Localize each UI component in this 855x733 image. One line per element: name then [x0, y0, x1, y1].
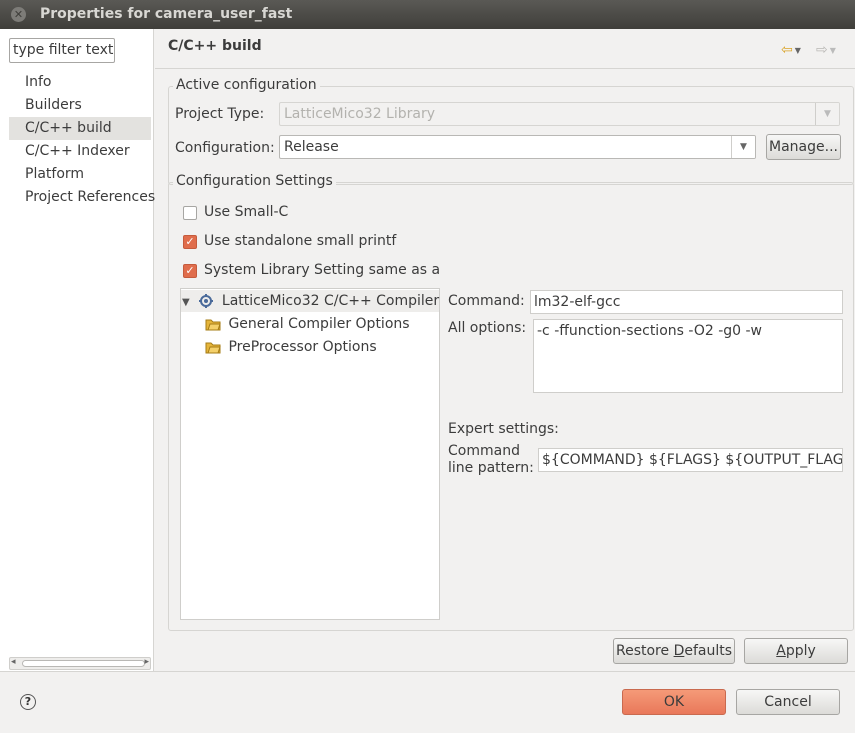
tree-item-general-options[interactable]: General Compiler Options	[205, 313, 410, 335]
command-line-pattern-label-2: line pattern:	[448, 460, 534, 476]
right-panel: C/C++ build ⇦ ▼ ⇨ ▼ Active configuration P…	[155, 29, 855, 671]
forward-arrow-icon[interactable]: ⇨ ▼	[816, 42, 836, 58]
tool-settings-tree: ▼ LatticeMico32 C/C++ Compiler General C…	[180, 288, 440, 620]
tree-item-compiler[interactable]: ▼ LatticeMico32 C/C++ Compiler	[181, 290, 439, 312]
nav-item-cpp-build[interactable]: C/C++ build	[9, 117, 151, 140]
chevron-down-icon[interactable]: ▼	[731, 136, 755, 158]
folder-icon	[205, 319, 221, 331]
horizontal-scrollbar[interactable]: ◂ ▸	[9, 657, 151, 670]
active-configuration-group: Active configuration Project Type: Latti…	[168, 77, 854, 185]
apply-button[interactable]: Apply	[744, 638, 848, 664]
folder-icon	[205, 342, 221, 354]
help-icon[interactable]: ?	[20, 694, 36, 710]
use-standalone-printf-checkbox[interactable]: ✓ Use standalone small printf	[183, 233, 453, 253]
tree-item-label: LatticeMico32 C/C++ Compiler	[221, 293, 440, 309]
filter-input[interactable]: type filter text	[9, 38, 115, 63]
ok-button[interactable]: OK	[622, 689, 726, 715]
restore-defaults-button[interactable]: Restore Defaults	[613, 638, 735, 664]
checkbox-box[interactable]: ✓	[183, 235, 197, 249]
configuration-combo[interactable]: Release ▼	[279, 135, 756, 159]
use-small-c-checkbox[interactable]: Use Small-C	[183, 204, 453, 224]
configuration-value: Release	[284, 139, 339, 155]
all-options-label: All options:	[448, 320, 527, 336]
checkbox-label: Use Small-C	[204, 204, 289, 220]
restore-text-1: Restore	[615, 643, 674, 659]
nav-item-platform[interactable]: Platform	[9, 163, 151, 186]
nav-item-project-references[interactable]: Project References	[9, 186, 155, 209]
checkbox-label: System Library Setting same as app	[204, 262, 441, 278]
expert-settings-label: Expert settings:	[448, 421, 559, 437]
project-type-combo: LatticeMico32 Library ▼	[279, 102, 840, 126]
nav-item-builders[interactable]: Builders	[9, 94, 151, 117]
restore-mnemonic: D	[673, 643, 685, 659]
nav-item-cpp-indexer[interactable]: C/C++ Indexer	[9, 140, 151, 163]
group-label: Active configuration	[173, 77, 320, 93]
checkbox-box[interactable]	[183, 206, 197, 220]
chevron-down-icon: ▼	[815, 103, 839, 125]
forward-dropdown-icon[interactable]: ▼	[830, 46, 836, 55]
manage-button[interactable]: Manage...	[766, 134, 841, 160]
all-options-text[interactable]: -c -ffunction-sections -O2 -g0 -w	[533, 319, 843, 393]
restore-text-2: efaults	[684, 643, 733, 659]
tree-item-preprocessor-options[interactable]: PreProcessor Options	[205, 336, 377, 358]
tree-item-label: General Compiler Options	[228, 316, 410, 332]
scroll-left-icon[interactable]: ◂	[11, 657, 16, 667]
command-line-pattern-input[interactable]: ${COMMAND} ${FLAGS} ${OUTPUT_FLAG}${OUTP…	[538, 448, 843, 472]
command-line-pattern-label-1: Command	[448, 443, 520, 459]
window-title: Properties for camera_user_fast	[40, 6, 293, 22]
system-library-setting-checkbox[interactable]: ✓ System Library Setting same as app	[183, 262, 441, 282]
command-label: Command:	[448, 293, 525, 309]
property-page-list: Info Builders C/C++ build C/C++ Indexer …	[9, 71, 155, 209]
cancel-button[interactable]: Cancel	[736, 689, 840, 715]
footer-separator	[0, 671, 855, 672]
nav-item-info[interactable]: Info	[9, 71, 151, 94]
command-input[interactable]: lm32-elf-gcc	[530, 290, 843, 314]
back-arrow-icon[interactable]: ⇦ ▼	[781, 42, 801, 58]
left-panel: type filter text Info Builders C/C++ bui…	[0, 29, 155, 671]
apply-mnemonic: A	[776, 643, 786, 659]
apply-text: pply	[785, 643, 816, 659]
checkbox-box[interactable]: ✓	[183, 264, 197, 278]
gear-icon	[199, 294, 214, 308]
properties-dialog: ✕ Properties for camera_user_fast type f…	[0, 0, 855, 733]
tree-expand-icon[interactable]: ▼	[182, 292, 194, 314]
page-title: C/C++ build	[168, 38, 262, 54]
checkbox-label: Use standalone small printf	[204, 233, 397, 249]
group-label: Configuration Settings	[173, 173, 336, 189]
close-window-icon[interactable]: ✕	[11, 7, 26, 22]
page-header: C/C++ build ⇦ ▼ ⇨ ▼	[155, 29, 855, 69]
title-bar: ✕ Properties for camera_user_fast	[0, 0, 855, 29]
tree-item-label: PreProcessor Options	[228, 339, 377, 355]
scroll-right-icon[interactable]: ▸	[144, 657, 149, 667]
scrollbar-thumb[interactable]	[22, 660, 145, 667]
configuration-label: Configuration:	[175, 140, 275, 156]
back-dropdown-icon[interactable]: ▼	[795, 46, 801, 55]
project-type-value: LatticeMico32 Library	[284, 106, 436, 122]
project-type-label: Project Type:	[175, 106, 265, 122]
